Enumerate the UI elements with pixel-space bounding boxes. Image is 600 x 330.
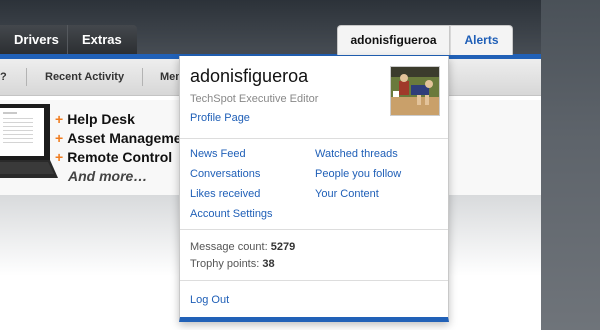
avatar-image [391,67,439,115]
message-count: Message count: 5279 [190,241,295,253]
subnav-item-truncated[interactable]: ? [0,59,7,95]
trophy-points-value: 38 [262,258,275,270]
avatar[interactable] [390,66,440,116]
right-background [541,0,600,330]
popup-divider [180,138,448,139]
link-news-feed[interactable]: News Feed [190,148,246,160]
feature-list: + Help Desk + Asset Management + Remote Con… [55,110,195,186]
popup-username: adonisfigueroa [190,66,309,86]
link-people-you-follow[interactable]: People you follow [315,168,401,180]
link-conversations[interactable]: Conversations [190,168,260,180]
feature-item-remote-control: + Remote Control [55,149,173,165]
feature-item-help-desk: + Help Desk [55,111,135,127]
link-watched-threads[interactable]: Watched threads [315,148,398,160]
feature-and-more: And more… [68,168,148,184]
link-account-settings[interactable]: Account Settings [190,208,273,220]
message-count-value: 5279 [270,241,296,253]
subnav-divider [142,68,143,86]
account-tab[interactable]: adonisfigueroa [337,25,450,55]
log-out-link[interactable]: Log Out [190,294,229,306]
user-title: TechSpot Executive Editor [190,93,319,105]
subnav-item-recent-activity[interactable]: Recent Activity [45,59,124,95]
account-popup: adonisfigueroa TechSpot Executive Editor… [179,56,449,322]
tab-extras[interactable]: Extras [67,25,137,55]
subnav-divider [26,68,27,86]
message-count-label: Message count: [190,241,268,253]
plus-icon: + [55,130,64,146]
trophy-points: Trophy points: 38 [190,258,275,270]
popup-divider [180,229,448,230]
popup-divider [180,280,448,281]
laptop-icon [0,104,58,178]
link-your-content[interactable]: Your Content [315,188,379,200]
feature-item-asset-management: + Asset Management [55,130,195,146]
tab-drivers[interactable]: Drivers [0,25,67,55]
link-likes-received[interactable]: Likes received [190,188,260,200]
plus-icon: + [55,149,64,165]
plus-icon: + [55,111,64,127]
trophy-points-label: Trophy points: [190,258,260,270]
alerts-tab[interactable]: Alerts [450,25,513,55]
profile-page-link[interactable]: Profile Page [190,112,250,124]
